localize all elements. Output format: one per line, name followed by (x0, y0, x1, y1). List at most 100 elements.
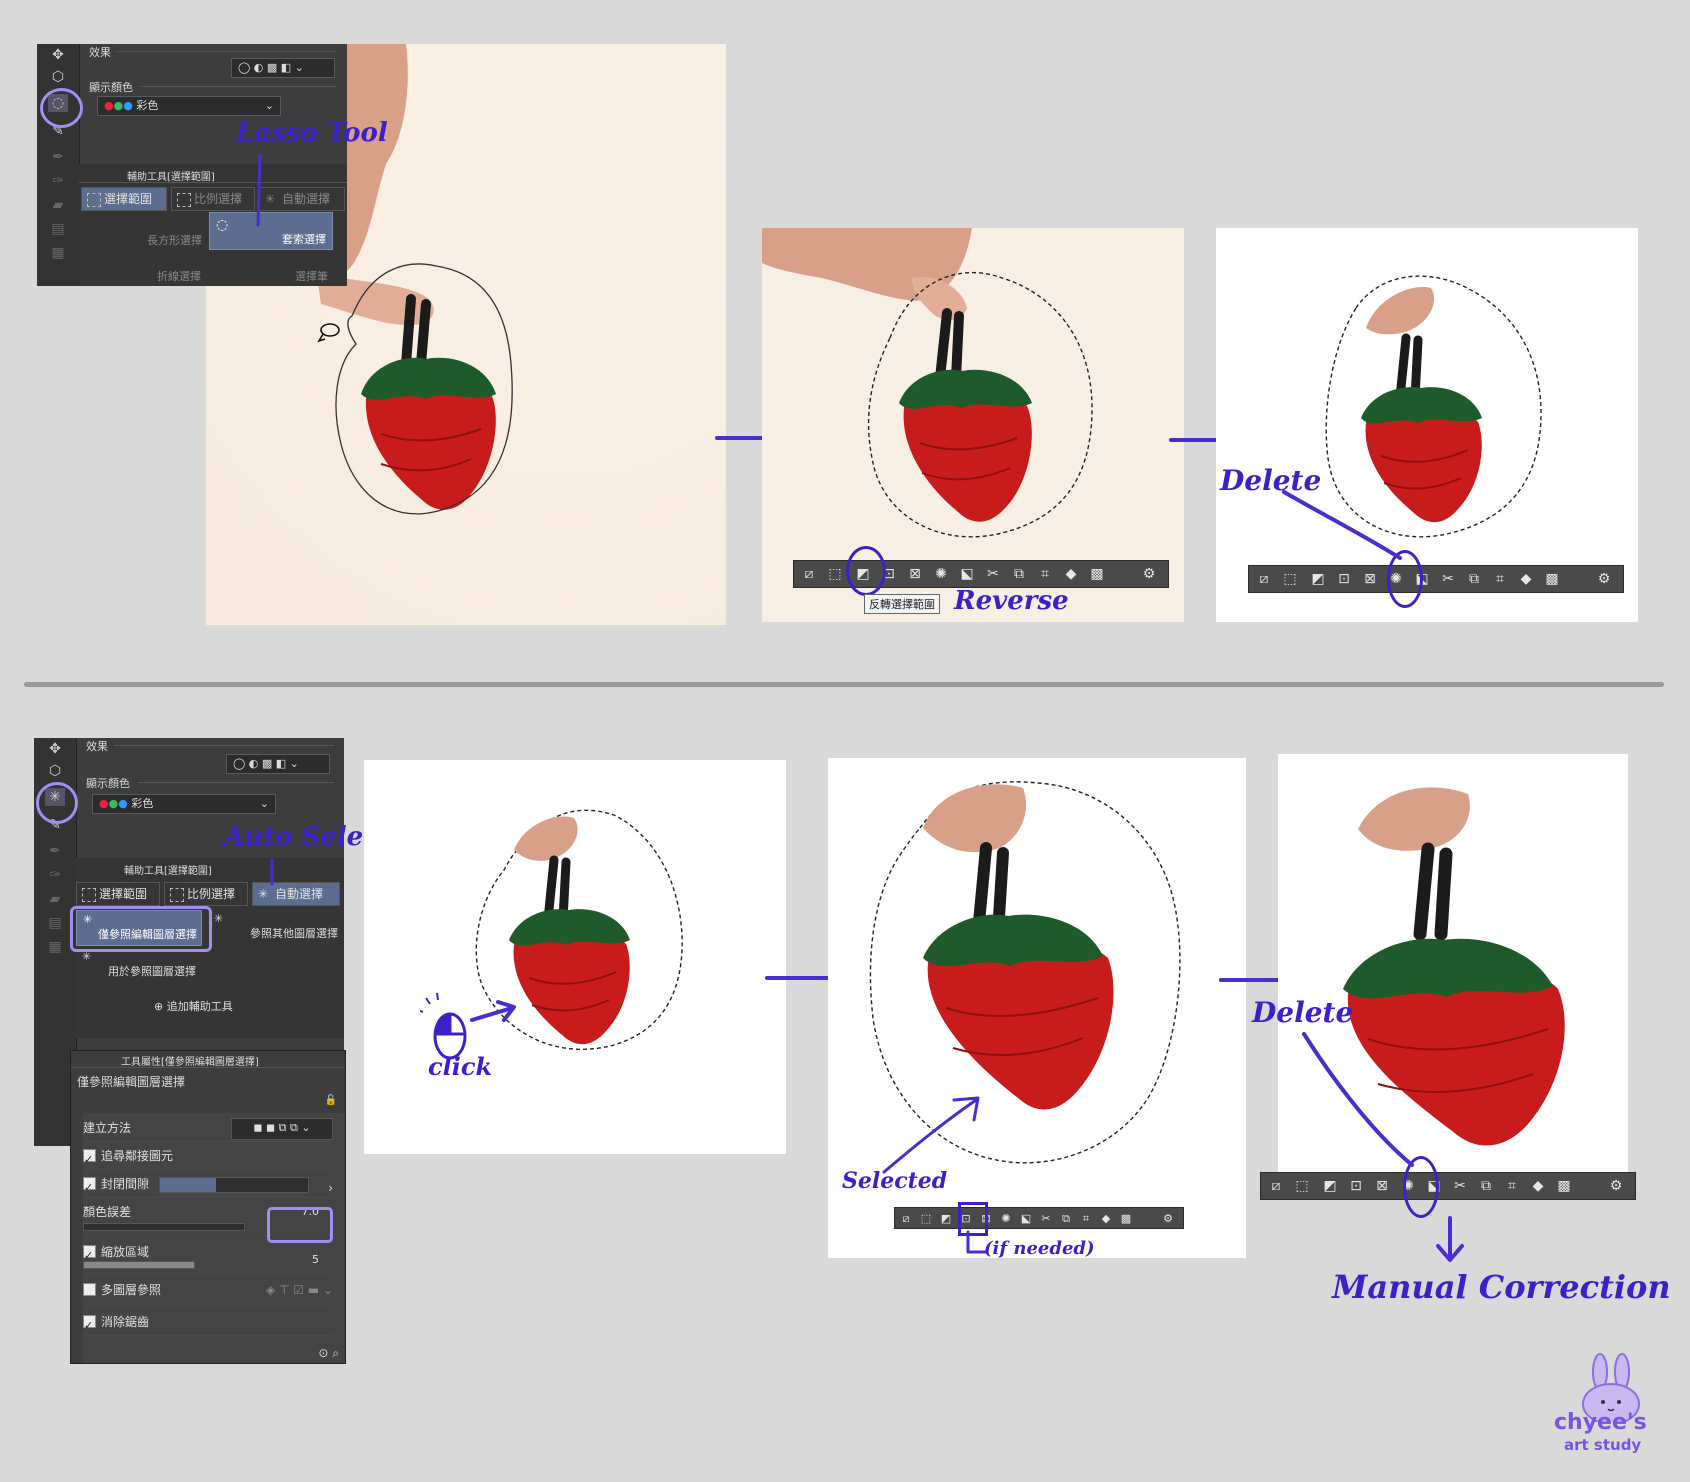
transform-icon[interactable]: ⌗ (1501, 1175, 1523, 1197)
fill-selection-icon[interactable]: ◆ (1527, 1175, 1549, 1197)
move-icon[interactable]: ✥ (45, 740, 65, 758)
deselect-icon[interactable]: ⧄ (897, 1208, 915, 1230)
cut-paste-icon[interactable]: ✂ (1437, 568, 1459, 590)
cut-paste-icon[interactable]: ✂ (1037, 1208, 1055, 1230)
deselect-icon[interactable]: ⧄ (798, 563, 820, 585)
selection-launcher-bar-selected: ⧄ ⬚ ◩ ⊡ ⊠ ✺ ⬕ ✂ ⧉ ⌗ ◆ ▩ ⚙ (894, 1207, 1184, 1229)
creation-method-buttons[interactable]: ◼ ◼ ⧉ ⧉ ⌄ (231, 1118, 333, 1140)
top-tool-panel: ✥ ⬡ ◌ ✎ ✒ ✑ ▰ ▤ ▦ 效果 ◯ ◐ ▩ ◧ ⌄ 顯示顏色 ●●● … (37, 44, 347, 286)
fill-selection-icon[interactable]: ◆ (1097, 1208, 1115, 1230)
copy-paste-icon[interactable]: ⧉ (1008, 563, 1030, 585)
brush-icon[interactable]: ✑ (45, 866, 65, 884)
effect-mode-selector[interactable]: ◯ ◐ ▩ ◧ ⌄ (226, 754, 330, 774)
move-icon[interactable]: ✥ (48, 46, 68, 64)
new-tone-icon[interactable]: ▩ (1541, 568, 1563, 590)
deselect-icon[interactable]: ⧄ (1265, 1175, 1287, 1197)
tool-rect-select[interactable]: 長方形選擇 (147, 232, 202, 248)
pen-icon[interactable]: ✒ (45, 842, 65, 860)
tool-ref-other-layer[interactable]: ✳ 參照其他圖層選擇 (210, 910, 340, 944)
display-color-select[interactable]: ●●● 彩色 ⌄ (97, 96, 281, 116)
select-all-icon[interactable]: ⬚ (917, 1208, 935, 1230)
expand-selection-icon[interactable]: ⊡ (1333, 568, 1355, 590)
clear-selected-icon[interactable]: ✺ (997, 1208, 1015, 1230)
add-subtool-button[interactable]: ⊕ 追加輔助工具 (154, 998, 233, 1014)
settings-icon[interactable]: ⚙ (1138, 563, 1160, 585)
panel-footer-icons[interactable]: ⊙ ⌕ (318, 1346, 339, 1361)
tab-select-range[interactable]: 選擇範圍 (81, 187, 167, 211)
select-all-icon[interactable]: ⬚ (824, 563, 846, 585)
tolerance-slider[interactable] (83, 1223, 245, 1231)
copy-paste-icon[interactable]: ⧉ (1057, 1208, 1075, 1230)
shrink-selection-icon[interactable]: ⊠ (1371, 1175, 1393, 1197)
tool-selection-pen[interactable]: 選擇筆 (295, 268, 328, 284)
brush-icon[interactable]: ✑ (48, 172, 68, 190)
eraser-icon[interactable]: ▰ (48, 196, 68, 214)
tool-ref-edit-highlight (70, 906, 212, 952)
lasso-icon: ◌ (216, 217, 229, 233)
tab-auto-select[interactable]: ✳ 自動選擇 (259, 187, 345, 211)
expand-slider[interactable] (83, 1261, 195, 1269)
transform-icon[interactable]: ⌗ (1077, 1208, 1095, 1230)
fill-selection-icon[interactable]: ◆ (1060, 563, 1082, 585)
cut-paste-icon[interactable]: ✂ (1449, 1175, 1471, 1197)
clear-outside-icon[interactable]: ⬕ (956, 563, 978, 585)
shrink-selection-icon[interactable]: ⊠ (1359, 568, 1381, 590)
pen-icon[interactable]: ✒ (48, 148, 68, 166)
display-color-select[interactable]: ●●● 彩色 ⌄ (92, 794, 276, 814)
settings-icon[interactable]: ⚙ (1593, 568, 1615, 590)
lock-icon[interactable]: 🔓 (325, 1095, 337, 1106)
settings-icon[interactable]: ⚙ (1159, 1208, 1177, 1230)
fill-icon[interactable]: ▤ (45, 914, 65, 932)
eraser-icon[interactable]: ▰ (45, 890, 65, 908)
clear-outside-icon[interactable]: ⬕ (1017, 1208, 1035, 1230)
expand-value[interactable]: 5 (312, 1247, 319, 1273)
deselect-icon[interactable]: ⧄ (1253, 568, 1275, 590)
invert-selection-icon[interactable]: ◩ (1319, 1175, 1341, 1197)
expand-selection-icon[interactable]: ⊡ (1345, 1175, 1367, 1197)
row-antialias[interactable]: 消除鋸齒 (83, 1309, 333, 1339)
display-color-value: 彩色 (136, 99, 159, 112)
transform-icon[interactable]: ⌗ (1034, 563, 1056, 585)
auto-select-highlight-circle (36, 782, 78, 824)
gradient-icon[interactable]: ▦ (45, 938, 65, 956)
tool-for-ref-layer[interactable]: ✳ 用於參照圖層選擇 (76, 948, 200, 982)
display-color-label: 顯示顏色 (86, 777, 130, 790)
fill-selection-icon[interactable]: ◆ (1515, 568, 1537, 590)
tab-ratio-select[interactable]: 比例選擇 (171, 187, 255, 211)
object-icon[interactable]: ⬡ (48, 68, 68, 86)
auto-select-icon: ✳ (82, 950, 92, 963)
cut-paste-icon[interactable]: ✂ (982, 563, 1004, 585)
fill-icon[interactable]: ▤ (48, 220, 68, 238)
copy-paste-icon[interactable]: ⧉ (1463, 568, 1485, 590)
row-follow-adjacent[interactable]: 追尋鄰接圖元 (83, 1143, 333, 1173)
chevron-right-icon[interactable]: › (328, 1175, 333, 1201)
effect-mode-selector[interactable]: ◯ ◐ ▩ ◧ ⌄ (231, 58, 335, 78)
invert-selection-icon[interactable]: ◩ (1307, 568, 1329, 590)
settings-icon[interactable]: ⚙ (1605, 1175, 1627, 1197)
select-all-icon[interactable]: ⬚ (1291, 1175, 1313, 1197)
new-tone-icon[interactable]: ▩ (1086, 563, 1108, 585)
shrink-selection-icon[interactable]: ⊠ (904, 563, 926, 585)
row-close-gap[interactable]: 封閉間隙 › (83, 1171, 333, 1201)
layer-ref-icons[interactable]: ◈ ⊤ ☑ ▬ ⌄ (266, 1277, 333, 1303)
tool-lasso-select[interactable]: ◌ 套索選擇 (209, 212, 333, 250)
object-icon[interactable]: ⬡ (45, 762, 65, 780)
tool-polyline-select[interactable]: 折線選擇 (157, 268, 201, 284)
tab-select-range[interactable]: 選擇範圍 (76, 882, 160, 906)
clear-selected-icon[interactable]: ✺ (930, 563, 952, 585)
effect-label: 效果 (86, 740, 108, 753)
subtool-header: 輔助工具[選擇範圍] (127, 172, 215, 183)
tab-ratio-select[interactable]: 比例選擇 (164, 882, 248, 906)
transform-icon[interactable]: ⌗ (1489, 568, 1511, 590)
row-multi-layer[interactable]: 多圖層參照 ◈ ⊤ ☑ ▬ ⌄ (83, 1277, 333, 1306)
auto-select-icon: ✳ (214, 912, 224, 925)
gap-level-bar[interactable] (159, 1177, 309, 1193)
invert-selection-icon[interactable]: ◩ (937, 1208, 955, 1230)
section-divider (24, 682, 1664, 687)
new-tone-icon[interactable]: ▩ (1117, 1208, 1135, 1230)
copy-paste-icon[interactable]: ⧉ (1475, 1175, 1497, 1197)
new-tone-icon[interactable]: ▩ (1553, 1175, 1575, 1197)
gradient-icon[interactable]: ▦ (48, 244, 68, 262)
selection-launcher-bar-delete: ⧄ ⬚ ◩ ⊡ ⊠ ✺ ⬕ ✂ ⧉ ⌗ ◆ ▩ ⚙ (1248, 565, 1624, 593)
select-all-icon[interactable]: ⬚ (1279, 568, 1301, 590)
